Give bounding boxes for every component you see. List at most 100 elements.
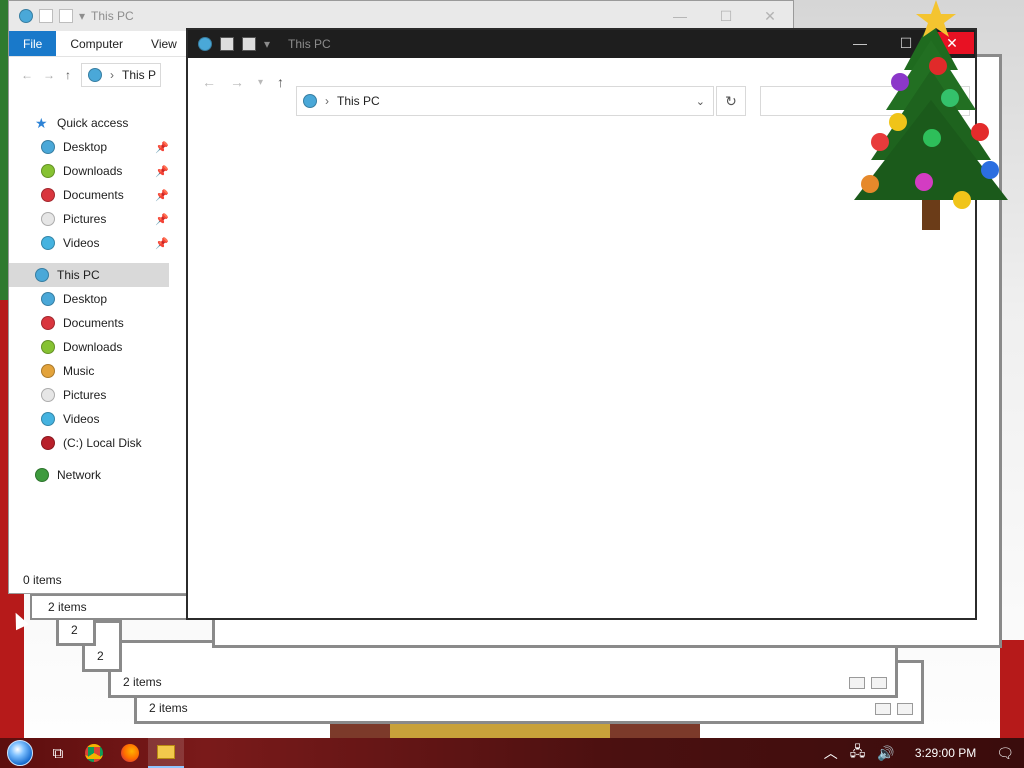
sidebar-item-this-pc[interactable]: This PC [9,263,169,287]
minimize-button[interactable]: — [657,5,703,27]
properties-icon[interactable] [220,37,234,51]
this-pc-icon [198,37,212,51]
address-bar[interactable]: › This PC ⌄ [296,86,714,116]
task-view-button[interactable]: ⧉ [40,738,76,768]
navigation-pane: ★ Quick access Desktop 📌 Downloads 📌 Doc… [9,111,169,487]
pin-icon: 📌 [155,213,169,226]
sidebar-item-videos[interactable]: Videos 📌 [9,231,169,255]
downloads-icon [41,164,55,178]
tab-file[interactable]: File [9,31,57,56]
details-view-icon[interactable] [849,677,865,689]
christmas-tree-icon [854,0,1008,230]
status-bar-text: 2 items [149,701,188,715]
sidebar-item-documents[interactable]: Documents 📌 [9,183,169,207]
forward-arrow-icon[interactable]: → [230,74,244,90]
documents-icon [41,316,55,330]
sidebar-item-pictures[interactable]: Pictures [9,383,169,407]
sidebar-item-music[interactable]: Music [9,359,169,383]
status-bar-text: 2 items [48,600,87,614]
new-folder-icon[interactable] [242,37,256,51]
volume-icon[interactable]: 🔊 [877,745,894,762]
status-bar-text: 2 [71,623,78,637]
status-bar-text: 0 items [23,573,62,587]
videos-icon [41,412,55,426]
up-arrow-icon[interactable]: ↑ [65,68,71,82]
forward-arrow-icon[interactable]: → [43,68,55,82]
address-bar[interactable]: › This P [81,63,161,87]
chrome-button[interactable] [76,738,112,768]
chevron-down-icon[interactable]: ⌄ [696,95,705,108]
music-icon [41,364,55,378]
sidebar-item-pictures[interactable]: Pictures 📌 [9,207,169,231]
explorer-window-ghost[interactable]: 2 items [108,640,898,698]
pictures-icon [41,388,55,402]
sidebar-item-downloads[interactable]: Downloads [9,335,169,359]
documents-icon [41,188,55,202]
sidebar-item-quick-access[interactable]: ★ Quick access [9,111,169,135]
start-button[interactable] [0,738,40,768]
recent-locations-icon[interactable]: ▾ [258,77,263,88]
sidebar-item-desktop[interactable]: Desktop [9,287,169,311]
chevron-down-icon[interactable]: ▾ [79,9,85,23]
breadcrumb-separator-icon: › [325,94,329,108]
sidebar-item-documents[interactable]: Documents [9,311,169,335]
up-arrow-icon[interactable]: ↑ [277,74,284,90]
videos-icon [41,236,55,250]
sidebar-item-downloads[interactable]: Downloads 📌 [9,159,169,183]
tab-computer[interactable]: Computer [56,31,137,56]
chevron-up-icon[interactable]: ︿ [824,743,838,763]
window-title: This PC [288,37,331,51]
windows-logo-icon [7,740,33,766]
title-bar[interactable]: ▾ This PC — ☐ ✕ [9,1,793,31]
refresh-button[interactable]: ↻ [716,86,746,116]
back-arrow-icon[interactable]: ← [21,68,33,82]
close-button[interactable]: ✕ [747,5,793,27]
breadcrumb-separator-icon: › [110,68,114,82]
this-pc-icon [303,94,317,108]
pin-icon: 📌 [155,189,169,202]
wallpaper-decoration [1000,640,1024,740]
desktop-icon [41,140,55,154]
pin-icon: 📌 [155,141,169,154]
large-icons-view-icon[interactable] [871,677,887,689]
tab-view[interactable]: View [137,31,191,56]
pictures-icon [41,212,55,226]
this-pc-icon [35,268,49,282]
large-icons-view-icon[interactable] [897,703,913,715]
file-explorer-icon [157,745,175,759]
sidebar-item-videos[interactable]: Videos [9,407,169,431]
new-folder-icon[interactable] [59,9,73,23]
firefox-button[interactable] [112,738,148,768]
file-explorer-button[interactable] [148,738,184,768]
refresh-icon: ↻ [725,92,737,109]
status-bar-text: 2 [97,649,104,663]
system-tray: ︿ 🖧 🔊 3:29:00 PM 🗨 [824,738,1024,768]
address-text: This PC [337,94,380,108]
star-icon: ★ [35,115,48,131]
this-pc-icon [88,68,102,82]
task-view-icon: ⧉ [52,744,64,762]
this-pc-icon [19,9,33,23]
network-icon[interactable]: 🖧 [850,741,866,765]
status-bar-text: 2 items [123,675,162,689]
pin-icon: 📌 [155,165,169,178]
chrome-icon [85,744,103,762]
address-text: This P [122,68,157,82]
clock[interactable]: 3:29:00 PM [915,746,976,760]
sidebar-item-network[interactable]: Network [9,463,169,487]
window-title: This PC [91,9,134,23]
notifications-icon[interactable]: 🗨 [996,745,1014,762]
network-icon [35,468,49,482]
details-view-icon[interactable] [875,703,891,715]
maximize-button[interactable]: ☐ [703,5,749,27]
disk-icon [41,436,55,450]
downloads-icon [41,340,55,354]
sidebar-item-local-disk[interactable]: (C:) Local Disk [9,431,169,455]
desktop-icon [41,292,55,306]
pin-icon: 📌 [155,237,169,250]
sidebar-item-desktop[interactable]: Desktop 📌 [9,135,169,159]
back-arrow-icon[interactable]: ← [202,74,216,90]
properties-icon[interactable] [39,9,53,23]
chevron-down-icon[interactable]: ▾ [264,37,270,51]
wallpaper-decoration [0,0,8,320]
